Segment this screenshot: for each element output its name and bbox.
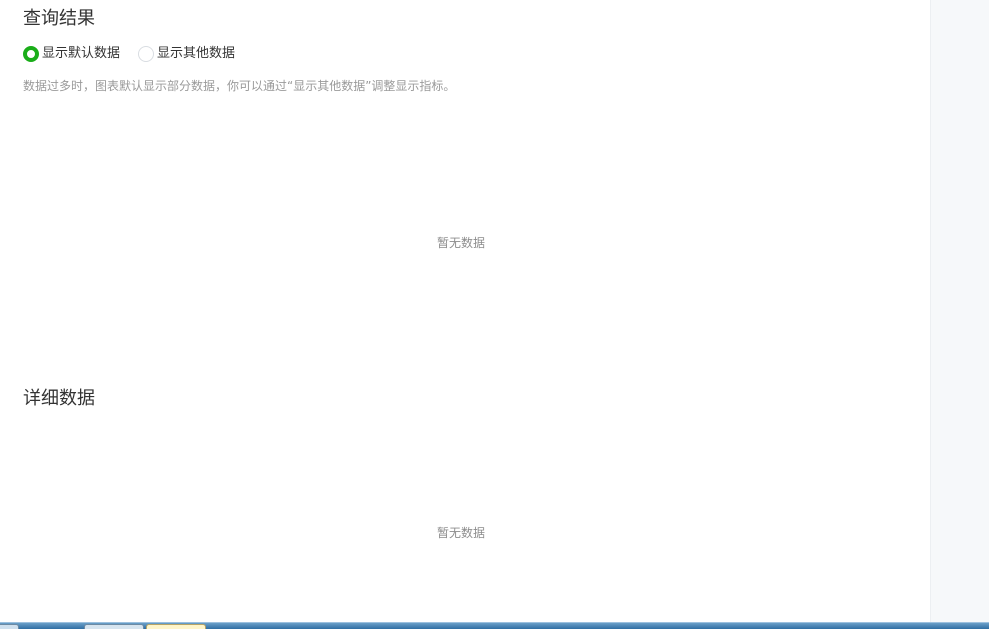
radio-unchecked-icon[interactable] xyxy=(138,46,155,62)
page: 查询结果 显示默认数据 显示其他数据 数据过多时，图表默认显示部分数据，你可以通… xyxy=(0,0,989,629)
radio-label-default: 显示默认数据 xyxy=(42,46,121,61)
taskbar-window-button[interactable] xyxy=(84,624,144,629)
table-empty-state: 暂无数据 xyxy=(436,526,485,540)
os-taskbar xyxy=(0,622,989,629)
main-content: 查询结果 显示默认数据 显示其他数据 数据过多时，图表默认显示部分数据，你可以通… xyxy=(0,0,930,622)
radio-checked-icon[interactable] xyxy=(23,46,39,62)
chart-empty-state: 暂无数据 xyxy=(436,236,485,250)
right-side-panel xyxy=(930,0,989,622)
data-display-radio-group: 显示默认数据 显示其他数据 xyxy=(23,45,253,63)
radio-label-other: 显示其他数据 xyxy=(157,46,236,61)
query-results-title: 查询结果 xyxy=(23,8,95,29)
detail-data-title: 详细数据 xyxy=(23,388,95,409)
taskbar-active-window-button[interactable] xyxy=(146,624,206,629)
chart-hint-text: 数据过多时，图表默认显示部分数据，你可以通过“显示其他数据”调整显示指标。 xyxy=(23,79,456,93)
radio-show-default-data[interactable]: 显示默认数据 xyxy=(23,45,120,63)
taskbar-start-button[interactable] xyxy=(0,624,19,629)
radio-show-other-data[interactable]: 显示其他数据 xyxy=(138,45,235,63)
